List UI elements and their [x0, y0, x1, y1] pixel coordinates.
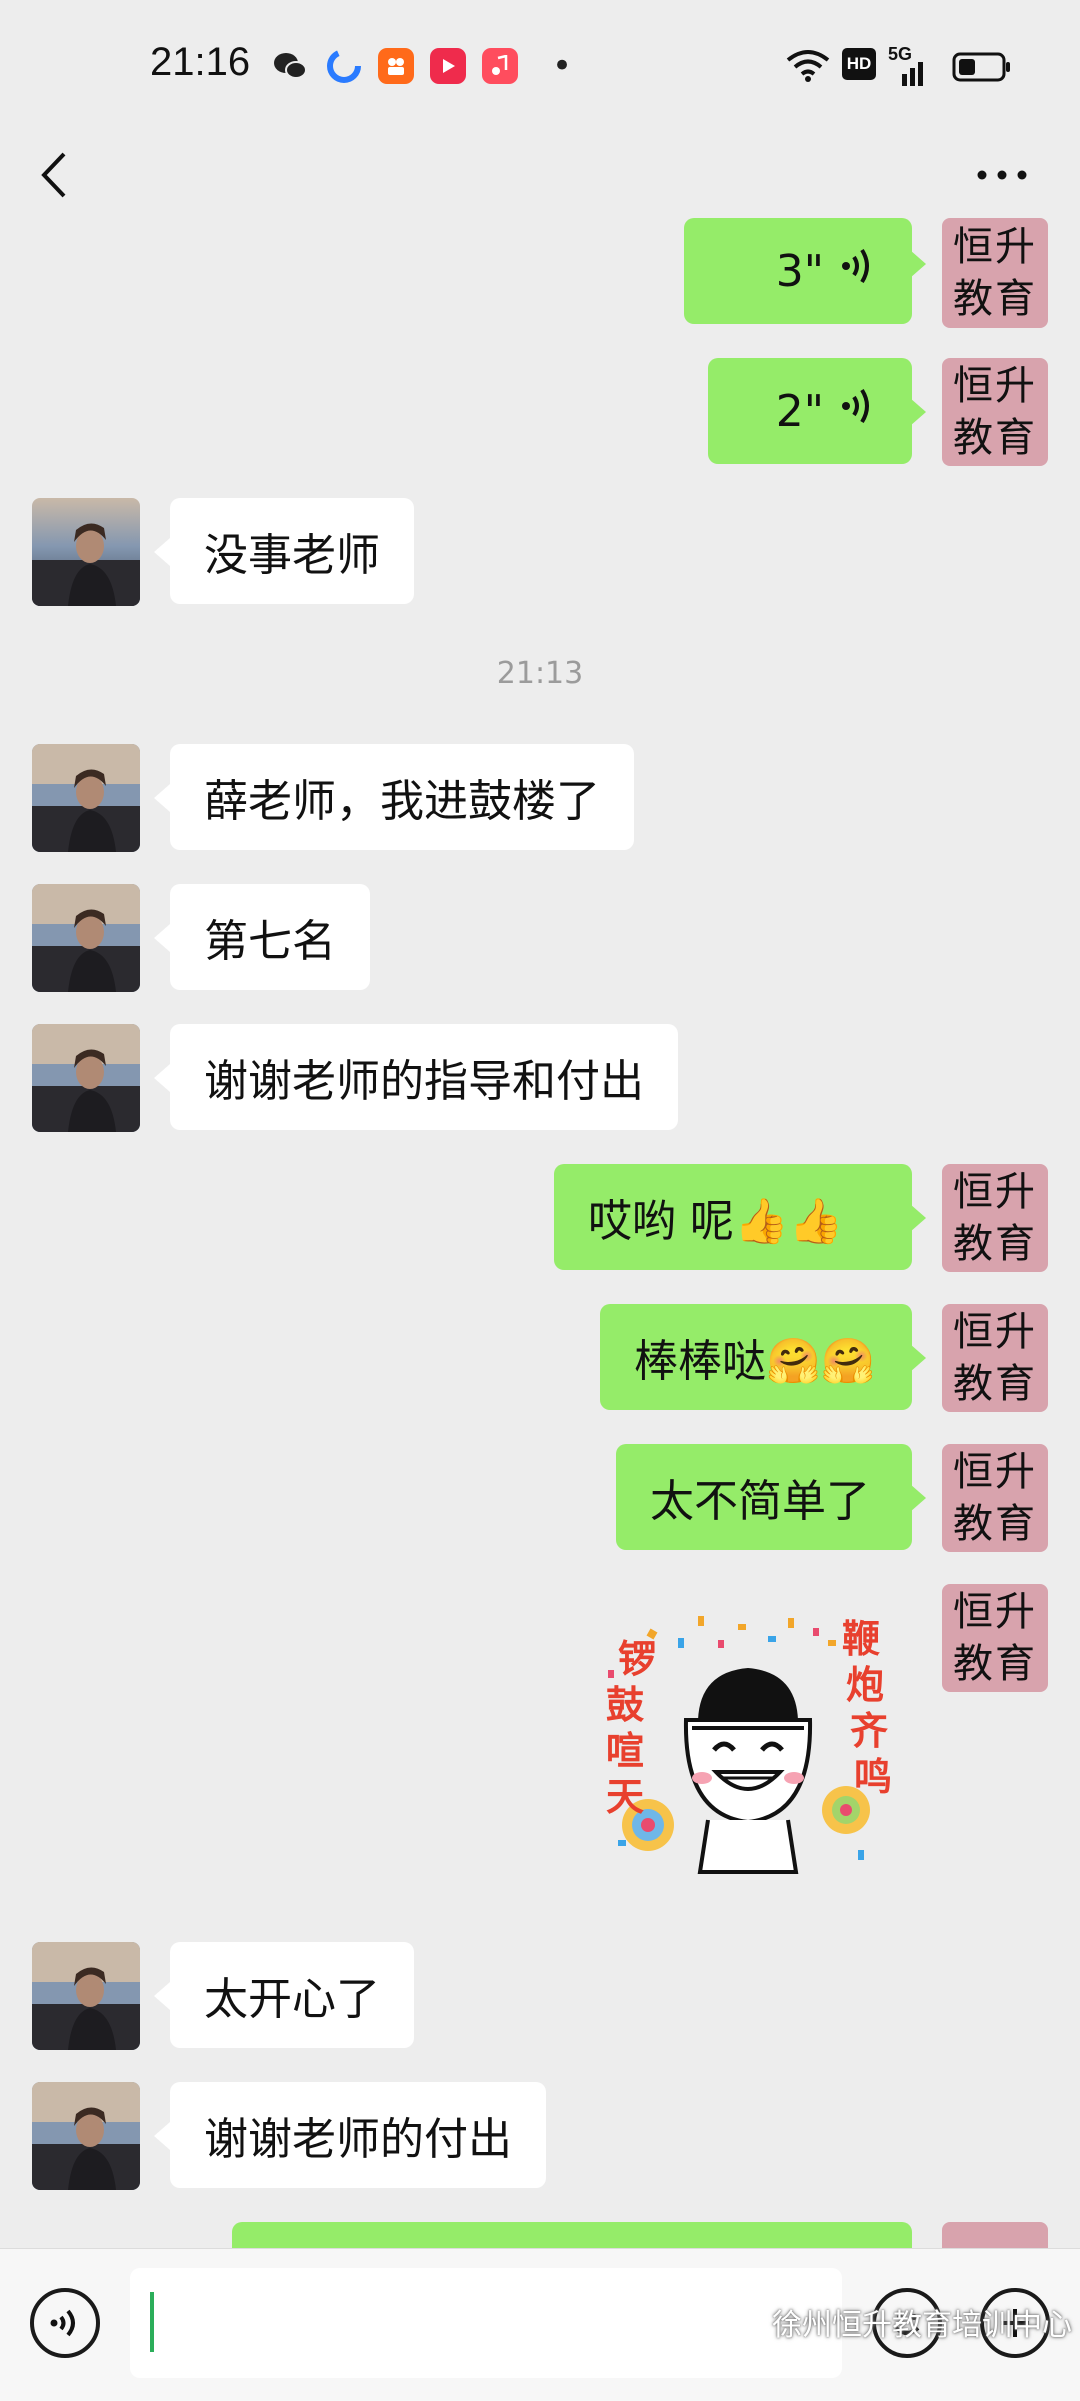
video-app-icon [378, 48, 414, 84]
sender-avatar[interactable]: 恒升 教育 [942, 1304, 1048, 1412]
watermark-logo-icon [724, 2296, 768, 2340]
message-bubble[interactable]: 谢谢老师的指导和付出 [170, 1024, 678, 1130]
contact-avatar[interactable] [32, 1024, 140, 1132]
sender-avatar[interactable]: 恒升 教育 [942, 358, 1048, 466]
watermark-text: 徐州恒升教育培训中心 [772, 2308, 1072, 2343]
message-bubble[interactable]: 太开心了 [170, 1942, 414, 2048]
svg-text:鸣: 鸣 [854, 1755, 892, 1799]
contact-avatar[interactable] [32, 884, 140, 992]
text-caret [150, 2292, 154, 2352]
contact-avatar[interactable] [32, 1942, 140, 2050]
svg-text:齐: 齐 [850, 1709, 888, 1753]
message-timestamp: 21:13 [496, 656, 584, 691]
contact-avatar[interactable] [32, 2082, 140, 2190]
svg-text:鼓: 鼓 [606, 1683, 645, 1727]
svg-text:天: 天 [606, 1775, 644, 1819]
wechat-icon [272, 48, 308, 84]
more-button[interactable] [970, 155, 1034, 195]
message-bubble[interactable]: 太不简单了 [616, 1444, 912, 1550]
message-bubble[interactable]: 第七名 [170, 884, 370, 990]
voice-duration: 3" [775, 245, 824, 297]
voice-message[interactable]: 2" [708, 358, 912, 464]
contact-avatar[interactable] [32, 498, 140, 606]
music-app-icon [482, 48, 518, 84]
voice-icon [50, 2309, 75, 2337]
sticker-text-left: 锣 [618, 1637, 656, 1681]
svg-text:炮: 炮 [846, 1663, 884, 1707]
message-bubble[interactable]: 薛老师，我进鼓楼了 [170, 744, 634, 850]
more-dots-icon [977, 170, 1027, 180]
voice-wave-icon [838, 386, 872, 437]
message-bubble[interactable]: 没事老师 [170, 498, 414, 604]
play-app-icon [430, 48, 466, 84]
contact-avatar[interactable] [32, 744, 140, 852]
sender-avatar[interactable]: 恒升 教育 [942, 1444, 1048, 1552]
message-bubble[interactable]: 棒棒哒🤗🤗 [600, 1304, 912, 1410]
voice-duration: 2" [775, 385, 824, 437]
message-bubble[interactable]: 谢谢老师的付出 [170, 2082, 546, 2188]
message-bubble[interactable]: 哎哟 呢👍👍 [554, 1164, 912, 1270]
voice-wave-icon [838, 246, 872, 297]
sender-avatar[interactable]: 恒升 教育 [942, 1164, 1048, 1272]
chevron-left-icon [41, 152, 66, 198]
notification-dot: • [552, 46, 573, 86]
hd-badge: HD [842, 48, 876, 80]
svg-text:喧: 喧 [606, 1729, 644, 1773]
battery-icon [952, 52, 1012, 86]
status-time: 21:16 [150, 40, 251, 84]
voice-message[interactable]: 3" [684, 218, 912, 324]
sticker-text-right: 鞭 [842, 1617, 880, 1661]
back-button[interactable] [28, 150, 78, 200]
sender-avatar[interactable]: 恒升 教育 [942, 1584, 1048, 1692]
sticker-image[interactable]: 锣 鼓 喧 天 鞭 炮 齐 鸣 [588, 1610, 908, 1880]
browser-app-icon [326, 48, 362, 84]
sender-avatar[interactable]: 恒升 教育 [942, 218, 1048, 328]
signal-icon [888, 60, 928, 90]
chat-header [0, 140, 1080, 240]
wifi-icon [786, 48, 830, 86]
voice-input-button[interactable] [30, 2288, 100, 2358]
